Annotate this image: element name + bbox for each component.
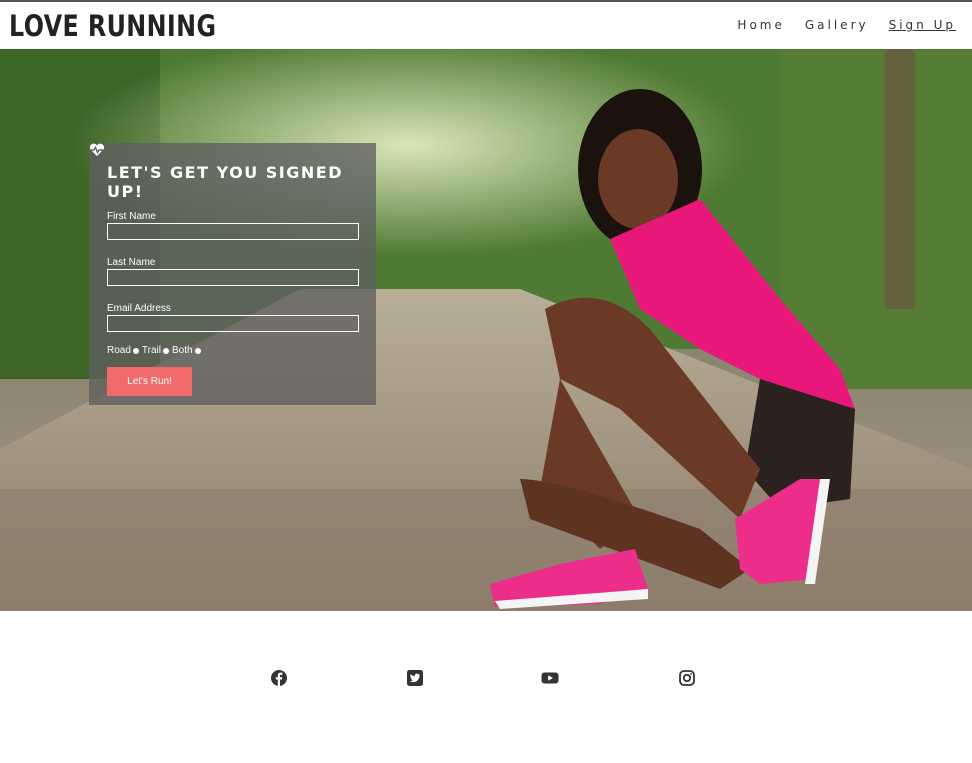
lets-run-button[interactable]: Let's Run! <box>107 367 192 396</box>
form-title-row: LET'S GET YOU SIGNED UP! <box>89 143 358 201</box>
radio-road[interactable] <box>132 347 139 354</box>
form-title: LET'S GET YOU SIGNED UP! <box>107 163 343 201</box>
radio-option-trail[interactable]: Trail <box>142 345 169 356</box>
site-header: LOVE RUNNING Home Gallery Sign Up <box>0 2 972 49</box>
facebook-icon[interactable] <box>270 669 288 687</box>
radio-both[interactable] <box>194 347 201 354</box>
nav-sign-up[interactable]: Sign Up <box>889 18 956 32</box>
hero-image: LET'S GET YOU SIGNED UP! First Name Last… <box>0 49 972 611</box>
nav-home[interactable]: Home <box>737 18 784 32</box>
radio-option-both[interactable]: Both <box>172 345 201 356</box>
radio-label-trail: Trail <box>141 345 161 356</box>
site-logo[interactable]: LOVE RUNNING <box>9 7 216 45</box>
email-label: Email Address <box>107 303 171 314</box>
nav-gallery[interactable]: Gallery <box>805 18 869 32</box>
instagram-icon[interactable] <box>678 669 696 687</box>
last-name-label: Last Name <box>107 257 156 268</box>
twitter-icon[interactable] <box>406 669 424 687</box>
site-footer <box>0 611 972 763</box>
first-name-label: First Name <box>107 211 156 222</box>
last-name-input[interactable] <box>107 269 359 286</box>
youtube-icon[interactable] <box>541 669 559 687</box>
run-type-radio-group: Road Trail Both <box>107 345 358 356</box>
radio-trail[interactable] <box>162 347 169 354</box>
main-nav: Home Gallery Sign Up <box>737 18 956 32</box>
radio-label-both: Both <box>171 345 193 356</box>
first-name-input[interactable] <box>107 223 359 240</box>
radio-label-road: Road <box>107 345 131 356</box>
email-input[interactable] <box>107 315 359 332</box>
radio-option-road[interactable]: Road <box>107 345 139 356</box>
signup-form: LET'S GET YOU SIGNED UP! First Name Last… <box>89 143 376 405</box>
heartbeat-icon <box>89 143 105 156</box>
